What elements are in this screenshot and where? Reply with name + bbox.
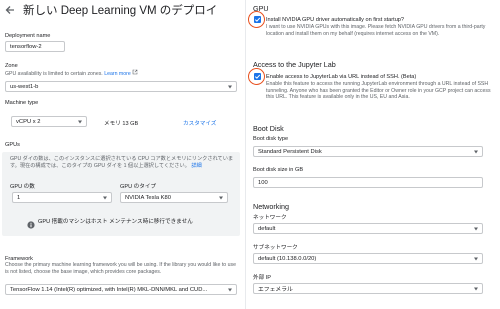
page-title: 新しい Deep Learning VM のデプロイ <box>23 5 218 17</box>
deployment-name-label: Deployment name <box>5 33 51 39</box>
gpu-driver-checkbox-label: Install NVIDIA GPU driver automatically … <box>266 17 405 23</box>
customize-link[interactable]: カスタマイズ <box>183 119 216 127</box>
gpu-maintenance-note: GPU 搭載のマシンはホスト メンテナンス時に移行できません <box>38 219 193 225</box>
zone-help: GPU availability is limited to certain z… <box>5 69 138 78</box>
boot-disk-size-input[interactable]: 100 <box>253 177 483 188</box>
jupyter-checkbox-label: Enable access to JupyterLab via URL inst… <box>266 74 417 80</box>
vcpu-select[interactable]: vCPU x 2 <box>11 116 87 127</box>
boot-disk-type-select[interactable]: Standard Persistent Disk <box>253 146 483 157</box>
gpu-description: GPU ダイの数は、このインスタンスに選択されている CPU コア数とメモリにリ… <box>10 156 234 169</box>
subnetwork-label: サブネットワーク <box>253 245 298 251</box>
back-arrow-icon[interactable] <box>4 3 16 15</box>
external-link-icon <box>132 69 138 77</box>
gpu-type-label: GPU のタイプ <box>120 184 157 190</box>
dropdown-arrow-icon <box>78 120 82 123</box>
subnetwork-select[interactable]: default (10.138.0.0/20) <box>253 253 483 264</box>
network-select[interactable]: default <box>253 223 483 234</box>
gpu-count-label: GPU の数 <box>10 184 35 190</box>
dropdown-arrow-icon <box>103 196 107 199</box>
dropdown-arrow-icon <box>228 85 232 88</box>
memory-label: メモリ 13 GB <box>104 121 139 127</box>
zone-select[interactable]: us-west1-b <box>5 81 237 92</box>
networking-section-title: Networking <box>253 202 289 211</box>
boot-disk-type-label: Boot disk type <box>253 136 289 142</box>
annotation-circle <box>248 68 265 85</box>
dropdown-arrow-icon <box>474 227 478 230</box>
dropdown-arrow-icon <box>474 257 478 260</box>
info-icon <box>27 216 35 229</box>
external-ip-select[interactable]: エフェメラル <box>253 283 483 294</box>
dropdown-arrow-icon <box>474 287 478 290</box>
framework-help: Choose the primary machine learning fram… <box>5 262 236 275</box>
gpu-panel: GPU ダイの数は、このインスタンスに選択されている CPU コア数とメモリにリ… <box>2 152 240 236</box>
boot-disk-size-label: Boot disk size in GB <box>253 167 304 173</box>
network-label: ネットワーク <box>253 215 287 221</box>
gpu-type-select[interactable]: NVIDIA Tesla K80 <box>120 192 228 203</box>
dropdown-arrow-icon <box>474 150 478 153</box>
annotation-circle <box>248 11 265 28</box>
deployment-name-input[interactable]: tensorflow-2 <box>5 41 65 52</box>
column-divider <box>245 0 246 309</box>
gpus-label: GPUs <box>5 142 20 148</box>
boot-disk-section-title: Boot Disk <box>253 124 284 133</box>
dropdown-arrow-icon <box>219 196 223 199</box>
gpu-count-select[interactable]: 1 <box>12 192 112 203</box>
learn-more-link[interactable]: Learn more <box>104 71 131 77</box>
jupyter-help: Enable this feature to access the runnin… <box>266 81 491 101</box>
detail-link[interactable]: 詳細 <box>191 163 201 169</box>
gpu-driver-help: I want to use NVIDIA GPUs with this imag… <box>266 24 486 37</box>
jupyter-section-title: Access to the Jupyter Lab <box>253 60 336 69</box>
external-ip-label: 外部 IP <box>253 275 272 281</box>
machine-type-label: Machine type <box>5 100 39 106</box>
framework-select[interactable]: TensorFlow 1.14 (Intel(R) optimized, wit… <box>5 284 237 295</box>
dropdown-arrow-icon <box>228 288 232 291</box>
